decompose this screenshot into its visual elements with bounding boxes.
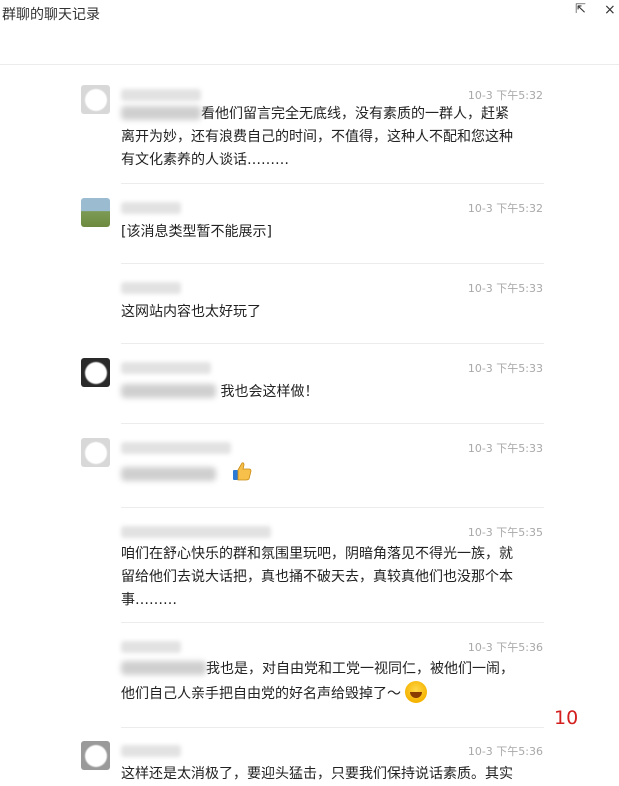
- message-text: 看他们留言完全无底线，没有素质的一群人，赶紧 离开为妙，还有浪费自己的时间，不值…: [121, 106, 513, 168]
- message-divider: [121, 183, 544, 184]
- redacted-text: [121, 384, 216, 398]
- message-divider: [121, 507, 544, 508]
- message-text: 咱们在舒心快乐的群和氛围里玩吧，阴暗角落见不得光一族，就 留给他们去说大话把，真…: [121, 546, 513, 608]
- message-text: [该消息类型暂不能展示]: [121, 224, 272, 240]
- sender-name-redacted: [121, 362, 211, 374]
- redacted-text: [121, 106, 201, 120]
- message-text: 这样还是太消极了，要迎头猛击，只要我们保持说话素质。其实: [121, 766, 513, 782]
- thumbs-up-icon: [233, 462, 252, 481]
- avatar[interactable]: [81, 85, 110, 114]
- popout-icon[interactable]: ⇱: [575, 2, 586, 17]
- message-divider: [121, 343, 544, 344]
- sender-name-redacted: [121, 89, 201, 101]
- laughing-face-icon: [405, 681, 428, 703]
- page-number-annotation: 10: [554, 707, 579, 729]
- message-time: 10-3 下午5:36: [467, 641, 543, 654]
- message-time: 10-3 下午5:33: [467, 442, 543, 455]
- message-divider: [121, 423, 544, 424]
- message-time: 10-3 下午5:33: [467, 362, 543, 375]
- close-icon[interactable]: ×: [604, 2, 616, 18]
- header-divider: [0, 64, 619, 65]
- message-text: [121, 464, 521, 487]
- message-text: 这网站内容也太好玩了: [121, 304, 261, 320]
- sender-name-redacted: [121, 745, 181, 757]
- window-title: 群聊的聊天记录: [2, 7, 100, 23]
- title-bar: 群聊的聊天记录 ⇱ ×: [0, 0, 619, 30]
- message-time: 10-3 下午5:32: [467, 202, 543, 215]
- avatar[interactable]: [81, 438, 110, 467]
- message-divider: [121, 727, 544, 728]
- message-time: 10-3 下午5:35: [467, 526, 543, 539]
- message-text: 我也会这样做！: [121, 381, 521, 404]
- avatar[interactable]: [81, 358, 110, 387]
- redacted-text: [121, 661, 206, 675]
- sender-name-redacted: [121, 202, 181, 214]
- avatar[interactable]: [81, 741, 110, 770]
- message-time: 10-3 下午5:36: [467, 745, 543, 758]
- sender-name-redacted: [121, 282, 181, 294]
- sender-name-redacted: [121, 526, 271, 538]
- sender-name-redacted: [121, 641, 181, 653]
- message-time: 10-3 下午5:33: [467, 282, 543, 295]
- message-divider: [121, 263, 544, 264]
- message-divider: [121, 622, 544, 623]
- avatar[interactable]: [81, 198, 110, 227]
- redacted-text: [121, 467, 216, 481]
- sender-name-redacted: [121, 442, 231, 454]
- message-time: 10-3 下午5:32: [467, 89, 543, 102]
- message-text: 我也是，对自由党和工党一视同仁，被他们一闹， 他们自己人亲手把自由党的好名声给毁…: [121, 661, 514, 703]
